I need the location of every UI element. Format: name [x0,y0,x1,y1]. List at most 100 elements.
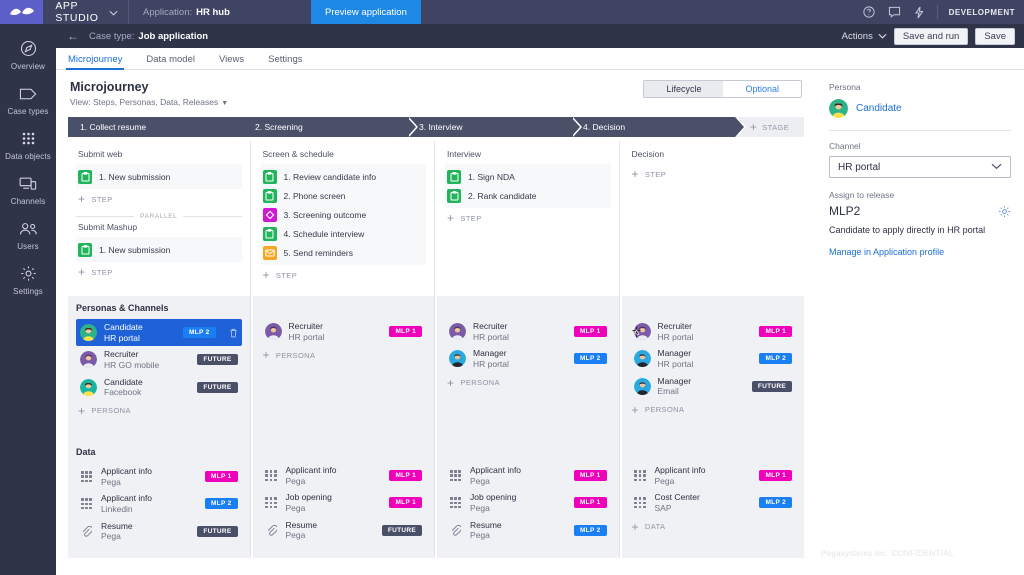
persona-name: Recruiter [658,321,694,332]
data-source-label: Pega [470,530,502,541]
step-item[interactable]: 4. Schedule interview [261,224,427,243]
data-item[interactable]: Job opening Pega MLP 1 [261,489,427,516]
add-persona-button[interactable]: + PERSONA [261,345,427,366]
data-source-label: Pega [101,531,133,542]
persona-item[interactable]: Recruiter HR portal MLP 1 [630,318,797,345]
release-badge: MLP 1 [205,471,238,482]
tab-data-model[interactable]: Data model [134,54,207,69]
tab-lifecycle[interactable]: Lifecycle [644,81,723,97]
sidebar-item-users[interactable]: Users [0,212,56,257]
data-item[interactable]: Resume Pega FUTURE [76,518,242,545]
tab-optional[interactable]: Optional [723,81,801,97]
manage-application-profile-link[interactable]: Manage in Application profile [829,247,1011,257]
actions-menu-button[interactable]: Actions [842,31,887,42]
tab-views[interactable]: Views [207,54,256,69]
sidebar-item-overview[interactable]: Overview [0,32,56,77]
data-name-label: Cost Center [655,492,700,503]
add-persona-button[interactable]: + PERSONA [630,400,797,421]
persona-item[interactable]: Manager HR portal MLP 2 [630,345,797,372]
persona-item[interactable]: Manager HR portal MLP 2 [445,345,611,372]
sidebar-item-channels[interactable]: Channels [0,167,56,212]
sidebar-item-settings[interactable]: Settings [0,257,56,302]
save-and-run-button[interactable]: Save and run [894,28,969,45]
data-name-label: Applicant info [470,465,521,476]
data-item[interactable]: Applicant info Pega MLP 1 [261,462,427,489]
paperclip-icon [449,524,462,536]
comment-icon[interactable] [888,6,901,18]
add-data-label: DATA [645,522,666,531]
persona-item[interactable]: Manager Email FUTURE [630,373,797,400]
help-circle-icon[interactable] [863,6,875,18]
data-item[interactable]: Job opening Pega MLP 1 [445,489,611,516]
persona-summary[interactable]: Candidate [829,99,1011,118]
step-item[interactable]: 1. Review candidate info [261,167,427,186]
gear-icon[interactable] [998,205,1011,218]
plus-icon: + [78,266,85,278]
gear-icon [20,264,37,283]
stage-chip[interactable]: 4. Decision [571,117,735,137]
data-item[interactable]: Applicant info Pega MLP 1 [630,462,797,489]
add-step-button[interactable]: + STEP [261,265,427,286]
candidate-avatar [80,379,97,396]
add-step-button[interactable]: + STEP [76,189,242,210]
microjourney-title-block: Microjourney View: Steps, Personas, Data… [70,80,228,107]
page-title: Microjourney [70,80,228,94]
persona-item[interactable]: Recruiter HR portal MLP 1 [445,318,611,345]
back-arrow-icon[interactable]: ← [56,29,89,43]
add-persona-button[interactable]: + PERSONA [445,373,611,394]
view-selector[interactable]: View: Steps, Personas, Data, Releases▼ [70,97,228,107]
add-persona-label: PERSONA [91,406,130,415]
plus-icon: + [632,404,639,416]
add-persona-button[interactable]: + PERSONA [76,401,242,422]
persona-channel: HR portal [658,359,694,370]
stage-chip[interactable]: 1. Collect resume [68,117,243,137]
sidebar-item-data-objects[interactable]: Data objects [0,122,56,167]
step-item[interactable]: 1. Sign NDA [445,167,611,186]
data-text: Cost Center SAP [655,492,700,513]
add-persona-label: PERSONA [645,405,684,414]
stage-chip[interactable]: 3. Interview [407,117,571,137]
step-item[interactable]: 1. New submission [76,240,242,259]
data-item[interactable]: Applicant info Linkedin MLP 2 [76,490,242,517]
step-item[interactable]: 1. New submission [76,167,242,186]
channel-select[interactable]: HR portal [829,156,1011,178]
step-item[interactable]: 5. Send reminders [261,243,427,262]
tab-settings[interactable]: Settings [256,54,314,69]
data-item[interactable]: Resume Pega MLP 2 [445,517,611,544]
channel-section-label: Channel [829,141,1011,151]
trash-icon[interactable] [229,328,238,338]
data-item[interactable]: Cost Center SAP MLP 2 [630,489,797,516]
data-source-label: Linkedin [101,504,152,515]
save-button[interactable]: Save [975,28,1015,45]
step-label: 2. Rank candidate [468,191,537,201]
release-badge: FUTURE [752,381,792,392]
persona-item[interactable]: Recruiter HR portal MLP 1 [261,318,427,345]
stage-column-decision: Decision + STEP [622,141,805,296]
add-data-button[interactable]: + DATA [630,517,797,538]
chevron-down-icon[interactable] [109,3,128,21]
data-item[interactable]: Applicant info Pega MLP 1 [445,462,611,489]
add-step-button[interactable]: + STEP [445,208,611,229]
add-step-button[interactable]: + STEP [630,164,797,185]
step-item[interactable]: 3. Screening outcome [261,205,427,224]
step-label: 1. Review candidate info [284,172,377,182]
data-column-decision: Applicant info Pega MLP 1 Cost Center SA… [622,440,805,558]
step-item[interactable]: 2. Phone screen [261,186,427,205]
grid-dots-icon [449,497,462,508]
persona-item[interactable]: Candidate HR portal MLP 2 [76,319,242,346]
studio-selector[interactable]: APP STUDIO [0,0,129,24]
persona-item[interactable]: Candidate Facebook FUTURE [76,374,242,401]
sidebar-item-case-types[interactable]: Case types [0,77,56,122]
data-item[interactable]: Resume Pega FUTURE [261,517,427,544]
data-text: Resume Pega [470,520,502,541]
step-item[interactable]: 2. Rank candidate [445,186,611,205]
add-step-button[interactable]: + STEP [76,262,242,283]
stage-column-interview: Interview 1. Sign NDA 2. Ran [437,141,620,296]
stage-chip[interactable]: 2. Screening [243,117,407,137]
preview-application-button[interactable]: Preview application [311,0,421,24]
bolt-icon[interactable] [914,6,924,19]
persona-channel: HR portal [473,332,509,343]
persona-item[interactable]: Recruiter HR GO mobile FUTURE [76,346,242,373]
data-item[interactable]: Applicant info Pega MLP 1 [76,463,242,490]
tab-microjourney[interactable]: Microjourney [56,54,134,69]
